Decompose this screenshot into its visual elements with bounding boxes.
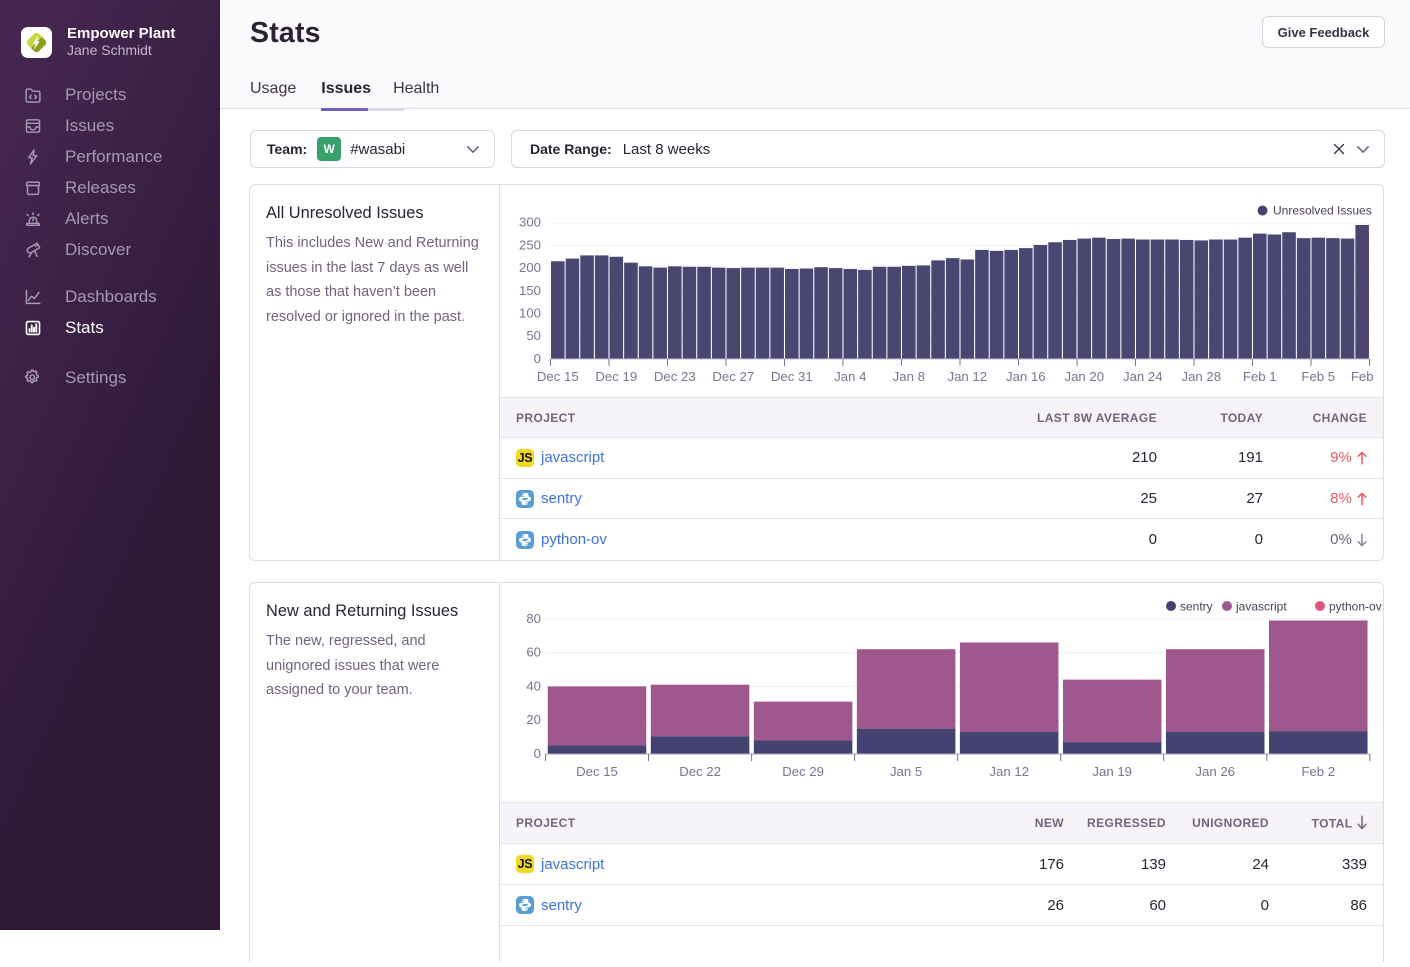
svg-text:Dec 23: Dec 23 [654, 369, 696, 384]
svg-text:150: 150 [519, 283, 541, 298]
svg-text:Unresolved Issues: Unresolved Issues [1273, 204, 1372, 218]
svg-text:Jan 12: Jan 12 [947, 369, 987, 384]
svg-text:Jan 12: Jan 12 [989, 764, 1029, 779]
svg-text:Dec 27: Dec 27 [712, 369, 754, 384]
svg-text:0: 0 [534, 351, 541, 366]
svg-text:60: 60 [526, 645, 541, 660]
svg-text:Dec 29: Dec 29 [782, 764, 824, 779]
svg-text:Feb 2: Feb 2 [1301, 764, 1335, 779]
svg-text:80: 80 [526, 611, 541, 626]
svg-text:300: 300 [519, 215, 541, 230]
svg-text:Jan 16: Jan 16 [1006, 369, 1046, 384]
svg-text:javascript: javascript [1235, 600, 1287, 614]
svg-text:100: 100 [519, 306, 541, 321]
svg-text:python-ov: python-ov [1329, 600, 1382, 614]
svg-text:Dec 15: Dec 15 [537, 369, 579, 384]
svg-text:Jan 28: Jan 28 [1181, 369, 1221, 384]
svg-text:Dec 19: Dec 19 [595, 369, 637, 384]
svg-text:Jan 26: Jan 26 [1195, 764, 1235, 779]
svg-text:sentry: sentry [1180, 600, 1213, 614]
svg-text:Feb 1: Feb 1 [1243, 369, 1277, 384]
svg-text:Jan 20: Jan 20 [1064, 369, 1104, 384]
svg-text:Jan 19: Jan 19 [1092, 764, 1132, 779]
svg-text:0: 0 [534, 746, 541, 761]
svg-text:Jan 5: Jan 5 [890, 764, 922, 779]
svg-text:50: 50 [526, 328, 541, 343]
svg-text:Feb: Feb [1351, 369, 1374, 384]
svg-text:40: 40 [526, 678, 541, 693]
svg-text:Dec 31: Dec 31 [771, 369, 813, 384]
svg-text:Jan 8: Jan 8 [893, 369, 925, 384]
svg-text:Jan 24: Jan 24 [1123, 369, 1163, 384]
svg-text:20: 20 [526, 712, 541, 727]
svg-text:Feb 5: Feb 5 [1301, 369, 1335, 384]
svg-text:250: 250 [519, 237, 541, 252]
svg-text:Dec 15: Dec 15 [576, 764, 618, 779]
svg-text:200: 200 [519, 260, 541, 275]
svg-text:Dec 22: Dec 22 [679, 764, 721, 779]
svg-text:Jan 4: Jan 4 [834, 369, 866, 384]
